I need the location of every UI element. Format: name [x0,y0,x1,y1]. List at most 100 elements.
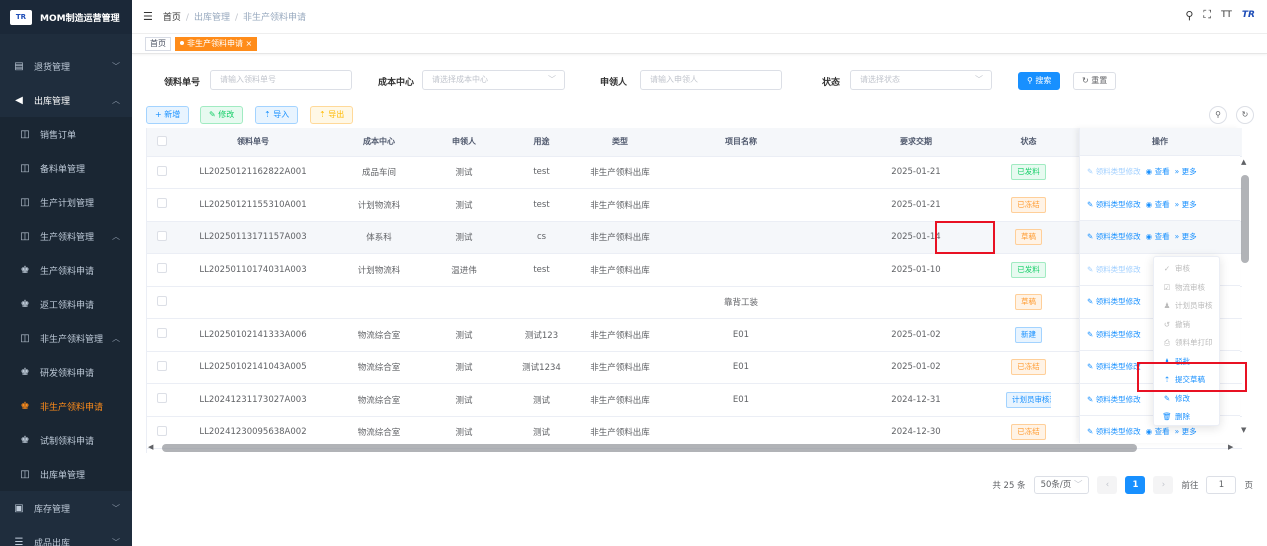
close-icon[interactable]: × [246,39,253,48]
tag-active[interactable]: 非生产领料申请 × [175,36,258,51]
scroll-right-icon[interactable]: ▶ [1228,443,1233,451]
type-edit-link[interactable]: ✎ 领料类型修改 [1087,427,1141,436]
checkbox-icon[interactable] [157,198,167,209]
add-button[interactable]: + 新增 [146,106,190,124]
table-row[interactable]: 靠背工装 草稿 [147,286,1242,319]
row-checkbox[interactable] [147,156,177,189]
type-edit-link[interactable]: ✎ 领料类型修改 [1087,395,1141,404]
reset-button[interactable]: ↻ 重置 [1073,72,1117,90]
menu-outbound-management[interactable]: ◀ 出库管理 ︿ [0,83,132,117]
row-checkbox[interactable] [147,188,177,222]
row-checkbox[interactable] [147,351,177,384]
checkbox-icon[interactable] [157,295,167,306]
goto-page-input[interactable]: 1 [1206,476,1237,494]
menu-rd-picking-request[interactable]: ♚ 研发领料申请 [0,355,132,389]
menu-production-picking[interactable]: ◫ 生产领料管理 ︿ [0,219,132,253]
row-checkbox[interactable] [147,383,177,417]
vertical-scrollbar[interactable]: ▲ ▼ [1240,158,1250,438]
select-all-checkbox[interactable] [147,128,177,157]
table-row[interactable]: LL20250121162822A001 成品车间 测试 test 非生产领料出库 202… [147,156,1242,189]
view-link[interactable]: ◉ 查看 [1146,167,1170,176]
more-link[interactable]: » 更多 [1175,427,1197,436]
checkbox-icon[interactable] [157,230,167,241]
view-link[interactable]: ◉ 查看 [1146,427,1170,436]
menu-production-picking-request[interactable]: ♚ 生产领料申请 [0,253,132,287]
hamburger-icon[interactable]: ☰ [143,10,153,23]
cost-center-select[interactable]: 请选择成本中心 ﹀ [422,70,565,90]
app-logo-area[interactable]: TR MOM制造运营管理 [0,0,132,34]
col-status: 状态 [1006,128,1051,157]
page-size-select[interactable]: 50条/页 ﹀ [1033,476,1090,494]
scroll-left-icon[interactable]: ◀ [148,443,153,451]
type-edit-link[interactable]: ✎ 领料类型修改 [1087,297,1141,306]
scroll-up-icon[interactable]: ▲ [1241,158,1246,166]
page-number-current[interactable]: 1 [1125,476,1146,494]
cost-center-placeholder: 请选择成本中心 [432,75,488,84]
search-button[interactable]: ⚲ 搜索 [1018,72,1061,90]
fullscreen-icon[interactable]: ⛶ [1203,8,1211,22]
applicant-input[interactable]: 请输入申领人 [640,70,782,90]
row-checkbox[interactable] [147,318,177,352]
edit-button[interactable]: ✎ 修改 [200,106,244,124]
row-checkbox[interactable] [147,221,177,254]
status-select[interactable]: 请选择状态 ﹀ [850,70,992,90]
menu-nonproduction-picking-request[interactable]: ♚ 非生产领料申请 [0,389,132,423]
table-row[interactable]: LL20250121155310A001 计划物流科 测试 test 非生产领料出库 20… [147,188,1242,222]
checkbox-icon[interactable] [157,425,167,436]
menu-sales-order[interactable]: ◫ 销售订单 [0,117,132,151]
row-checkbox[interactable] [147,286,177,319]
menu-production-plan[interactable]: ◫ 生产计划管理 [0,185,132,219]
vertical-scroll-thumb[interactable] [1241,175,1249,263]
dropdown-item-7[interactable]: ✎ 修改 [1154,390,1219,409]
menu-inventory[interactable]: ▣ 库存管理 ﹀ [0,491,132,525]
horizontal-scrollbar[interactable]: ◀ ▶ [146,443,1240,453]
dropdown-item-8[interactable]: 🗑 删除 [1154,408,1219,427]
more-link[interactable]: » 更多 [1175,167,1197,176]
order-no-input[interactable]: 请输入领料单号 [210,70,352,90]
row-checkbox[interactable] [147,253,177,287]
menu-rework-picking-request[interactable]: ♚ 返工领料申请 [0,287,132,321]
user-avatar[interactable]: TR [1242,10,1255,20]
type-edit-link[interactable]: ✎ 领料类型修改 [1087,200,1141,209]
scroll-down-icon[interactable]: ▼ [1241,426,1246,434]
more-link[interactable]: » 更多 [1175,200,1197,209]
table-row[interactable]: LL20250113171157A003 体系科 测试 cs 非生产领料出库 2025-0… [147,221,1242,254]
cell-order-no: LL20250102141333A006 [177,318,329,352]
export-button[interactable]: ⇡ 导出 [310,106,354,124]
breadcrumb-home[interactable]: 首页 [163,13,181,23]
menu-finished-outbound[interactable]: ☰ 成品出库 ﹀ [0,525,132,546]
menu-return-management[interactable]: ▤ 退货管理 ﹀ [0,49,132,83]
checkbox-icon[interactable] [157,165,167,176]
table-row[interactable]: LL20250102141333A006 物流综合室 测试 测试123 非生产领料出库 E… [147,318,1242,352]
type-edit-link[interactable]: ✎ 领料类型修改 [1087,167,1141,176]
import-button[interactable]: ⇡ 导入 [255,106,299,124]
toggle-search-icon[interactable]: ⚲ [1209,106,1227,124]
view-link[interactable]: ◉ 查看 [1146,232,1170,241]
checkbox-icon[interactable] [157,263,167,274]
cell-cost-center: 物流综合室 [329,318,429,352]
table-row[interactable]: LL20241231173027A003 物流综合室 测试 测试 非生产领料出库 E01 2… [147,383,1242,417]
type-edit-link[interactable]: ✎ 领料类型修改 [1087,330,1141,339]
view-link[interactable]: ◉ 查看 [1146,200,1170,209]
search-icon[interactable]: ⚲ [1185,9,1193,22]
horizontal-scroll-thumb[interactable] [162,444,1137,452]
tag-home[interactable]: 首页 [145,36,171,51]
font-size-icon[interactable]: TT [1221,10,1232,20]
checkbox-icon[interactable] [157,328,167,339]
type-edit-link[interactable]: ✎ 领料类型修改 [1087,362,1141,371]
menu-trial-picking-request[interactable]: ♚ 试制领料申请 [0,423,132,457]
table-row[interactable]: LL20250110174031A003 计划物流科 温进伟 test 非生产领料出库 2… [147,253,1242,287]
cell-order-no: LL20250102141043A005 [177,351,329,384]
next-page-button[interactable]: › [1153,476,1174,494]
menu-nonproduction-picking[interactable]: ◫ 非生产领料管理 ︿ [0,321,132,355]
table-row[interactable]: LL20250102141043A005 物流综合室 测试 测试1234 非生产领料出库… [147,351,1242,384]
checkbox-icon[interactable] [157,360,167,371]
more-link[interactable]: » 更多 [1175,232,1197,241]
type-edit-link[interactable]: ✎ 领料类型修改 [1087,265,1141,274]
checkbox-icon[interactable] [157,393,167,404]
prev-page-button[interactable]: ‹ [1097,476,1118,494]
menu-outbound-order[interactable]: ◫ 出库单管理 [0,457,132,491]
refresh-icon[interactable]: ↻ [1236,106,1254,124]
menu-material-prep[interactable]: ◫ 备料单管理 [0,151,132,185]
type-edit-link[interactable]: ✎ 领料类型修改 [1087,232,1141,241]
